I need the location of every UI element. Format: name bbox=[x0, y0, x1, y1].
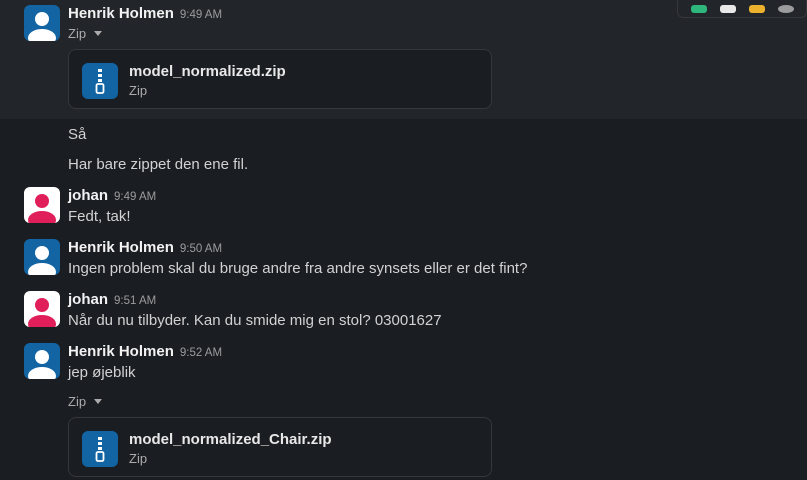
raised-hands-icon[interactable] bbox=[748, 5, 765, 13]
message-text: Så bbox=[68, 126, 87, 143]
author-name[interactable]: Henrik Holmen 9:49 AM bbox=[68, 5, 222, 22]
file-name[interactable]: model_normalized_Chair.zip bbox=[129, 431, 332, 448]
timestamp[interactable]: 9:52 AM bbox=[180, 347, 222, 359]
zip-file-icon bbox=[82, 63, 118, 99]
file-attachment[interactable]: model_normalized_Chair.zip Zip bbox=[68, 417, 492, 477]
zip-file-icon bbox=[82, 431, 118, 467]
message-actions-toolbar[interactable] bbox=[677, 0, 807, 18]
file-type: Zip bbox=[129, 83, 148, 98]
message-text: jep øjeblik bbox=[68, 364, 136, 381]
timestamp[interactable]: 9:51 AM bbox=[114, 295, 156, 307]
avatar[interactable] bbox=[24, 239, 60, 275]
file-name[interactable]: model_normalized.zip bbox=[129, 63, 286, 80]
message-text: Har bare zippet den ene fil. bbox=[68, 156, 249, 173]
avatar[interactable] bbox=[24, 187, 60, 223]
add-reaction-icon[interactable] bbox=[777, 5, 794, 13]
chevron-down-icon bbox=[94, 399, 103, 404]
check-mark-icon[interactable] bbox=[690, 5, 707, 13]
timestamp[interactable]: 9:49 AM bbox=[180, 9, 222, 21]
timestamp[interactable]: 9:49 AM bbox=[114, 191, 156, 203]
author-name[interactable]: johan 9:51 AM bbox=[68, 291, 156, 308]
author-name[interactable]: Henrik Holmen 9:52 AM bbox=[68, 343, 222, 360]
message-text: Ingen problem skal du bruge andre fra an… bbox=[68, 260, 528, 277]
chevron-down-icon bbox=[94, 31, 103, 36]
file-type: Zip bbox=[129, 451, 148, 466]
avatar[interactable] bbox=[24, 291, 60, 327]
file-group-toggle[interactable]: Zip bbox=[68, 394, 103, 409]
avatar[interactable] bbox=[24, 343, 60, 379]
file-group-toggle[interactable]: Zip bbox=[68, 26, 103, 41]
timestamp[interactable]: 9:50 AM bbox=[180, 243, 222, 255]
author-name[interactable]: Henrik Holmen 9:50 AM bbox=[68, 239, 222, 256]
message-text: Fedt, tak! bbox=[68, 208, 131, 225]
message-text: Når du nu tilbyder. Kan du smide mig en … bbox=[68, 312, 442, 329]
file-attachment[interactable]: model_normalized.zip Zip bbox=[68, 49, 492, 109]
eyes-icon[interactable] bbox=[719, 5, 736, 13]
avatar[interactable] bbox=[24, 5, 60, 41]
author-name[interactable]: johan 9:49 AM bbox=[68, 187, 156, 204]
